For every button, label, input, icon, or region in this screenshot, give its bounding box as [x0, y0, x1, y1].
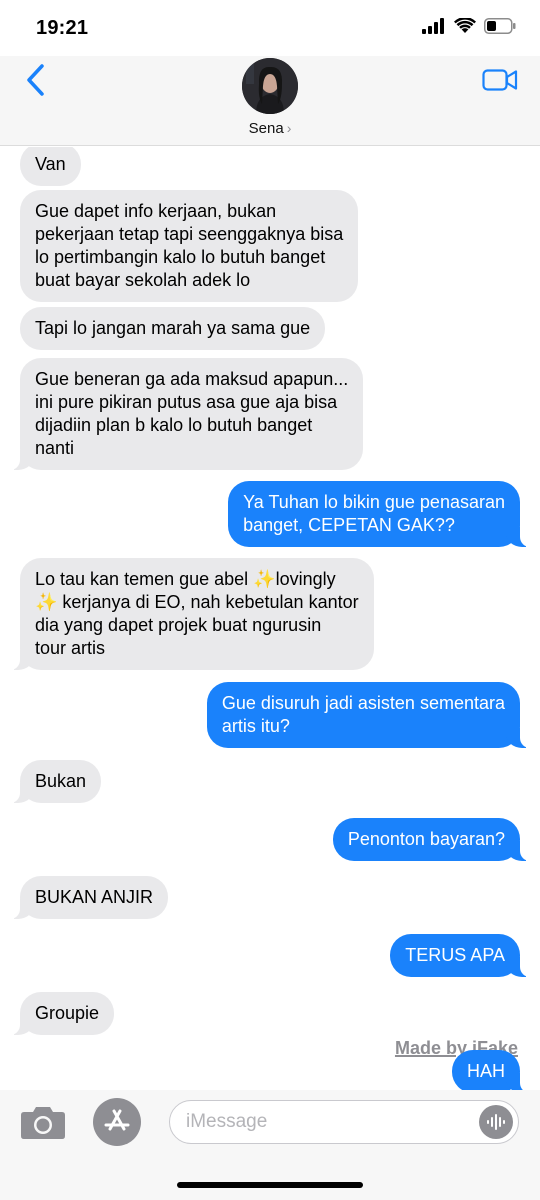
message-line: Gue beneran ga ada maksud apapun...: [35, 369, 349, 389]
message-line: dia yang dapet projek buat ngurusin: [35, 615, 322, 635]
message-line: tour artis: [35, 638, 106, 658]
message-bubble-incoming[interactable]: Bukan: [7, 760, 102, 803]
video-camera-icon: [482, 69, 518, 91]
back-chevron-icon: [27, 64, 44, 96]
message-bubble-incoming[interactable]: Lo tau kan temen gue abel ✨lovingly ✨ ke…: [8, 558, 374, 670]
audio-waveform-icon: [487, 1114, 505, 1130]
home-indicator[interactable]: [177, 1182, 363, 1188]
app-store-button[interactable]: [93, 1098, 141, 1146]
status-bar: 19:21: [0, 0, 540, 56]
message-bubble-outgoing[interactable]: Penonton bayaran?: [332, 818, 533, 861]
message-bubble-incoming[interactable]: BUKAN ANJIR: [7, 876, 169, 919]
message-bubble-incoming[interactable]: Gue beneran ga ada maksud apapun... ini …: [7, 358, 364, 470]
message-bubble-incoming[interactable]: Tapi lo jangan marah ya sama gue: [20, 307, 326, 350]
app-store-icon: [104, 1109, 130, 1131]
message-bubble-outgoing[interactable]: TERUS APA: [390, 934, 532, 977]
contact-name: Sena: [248, 120, 284, 137]
conversation-header: Sena ›: [0, 56, 540, 146]
message-bubble-incoming[interactable]: Groupie: [7, 992, 115, 1035]
message-line: dijadiin plan b kalo lo butuh banget: [35, 415, 313, 435]
audio-message-button[interactable]: [479, 1105, 513, 1139]
camera-button[interactable]: [20, 1103, 66, 1141]
message-line: ini pure pikiran putus asa gue aja bisa: [35, 392, 338, 412]
wifi-icon: [454, 18, 476, 33]
facetime-video-button[interactable]: [480, 62, 520, 98]
message-line: Groupie: [35, 1003, 100, 1023]
message-line: Penonton bayaran?: [347, 829, 505, 849]
message-bubble-incoming[interactable]: Gue dapet info kerjaan, bukan pekerjaan …: [20, 190, 359, 302]
chevron-right-icon: ›: [286, 120, 292, 136]
contact-name-link[interactable]: Sena ›: [0, 120, 540, 137]
message-line: pekerjaan tetap tapi seenggaknya bisa: [35, 224, 344, 244]
message-bubble-outgoing[interactable]: Gue disuruh jadi asisten sementara artis…: [206, 682, 533, 748]
message-line: nanti: [35, 438, 75, 458]
compose-bar: [0, 1090, 540, 1200]
message-line: TERUS APA: [405, 945, 505, 965]
message-line: BUKAN ANJIR: [35, 887, 154, 907]
imessage-input-wrapper[interactable]: [169, 1100, 519, 1144]
avatar-photo: [242, 58, 298, 114]
back-button[interactable]: [16, 60, 56, 100]
message-line: Bukan: [35, 771, 87, 791]
message-line: buat bayar sekolah adek lo: [35, 270, 251, 290]
status-time: 19:21: [36, 17, 89, 39]
message-line: Van: [35, 154, 66, 174]
message-line: Lo tau kan temen gue abel ✨lovingly: [35, 569, 336, 589]
message-line: banget, CEPETAN GAK??: [243, 515, 455, 535]
message-line: Gue dapet info kerjaan, bukan: [35, 201, 277, 221]
contact-avatar[interactable]: [242, 58, 298, 114]
message-line: Ya Tuhan lo bikin gue penasaran: [243, 492, 505, 512]
message-line: artis itu?: [221, 716, 290, 736]
message-bubble-incoming[interactable]: Van: [20, 147, 81, 186]
battery-icon: [484, 18, 516, 34]
message-line: HAH: [466, 1061, 505, 1081]
message-bubble-outgoing[interactable]: HAH: [451, 1050, 533, 1090]
status-icons: [422, 18, 516, 34]
message-list[interactable]: Van Gue dapet info kerjaan, bukan pekerj…: [0, 147, 540, 1090]
signal-icon: [422, 18, 444, 34]
message-line: ✨ kerjanya di EO, nah kebetulan kantor: [35, 592, 359, 612]
message-line: lo pertimbangin kalo lo butuh banget: [35, 247, 326, 267]
imessage-input[interactable]: [186, 1101, 476, 1143]
message-line: Tapi lo jangan marah ya sama gue: [35, 318, 311, 338]
message-line: Gue disuruh jadi asisten sementara: [221, 693, 505, 713]
camera-icon: [21, 1107, 65, 1139]
message-bubble-outgoing[interactable]: Ya Tuhan lo bikin gue penasaran banget, …: [228, 481, 532, 547]
